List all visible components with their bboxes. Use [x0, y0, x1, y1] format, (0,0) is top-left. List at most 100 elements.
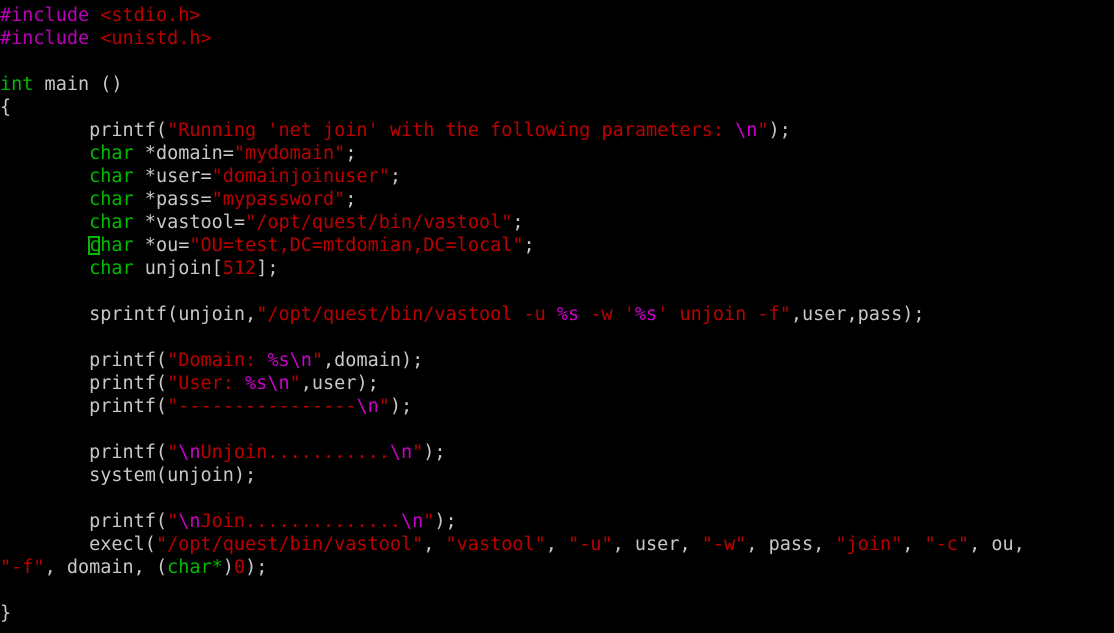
code-token: #include	[0, 5, 101, 26]
code-token: }	[0, 603, 12, 624]
code-editor-area[interactable]: #include <stdio.h> #include <unistd.h> in…	[0, 4, 1114, 625]
code-token: \n	[389, 442, 413, 463]
code-token: *ou=	[133, 235, 190, 256]
code-token: printf(	[0, 396, 168, 417]
code-token: %s	[634, 304, 658, 325]
code-token: int	[0, 74, 34, 95]
code-line[interactable]: {	[0, 96, 1114, 119]
code-token: )	[222, 557, 234, 578]
code-token: "/opt/quest/bin/vastool"	[245, 212, 513, 233]
code-token: {	[0, 97, 12, 118]
code-line[interactable]: printf("User: %s\n",user);	[0, 372, 1114, 395]
code-token: char	[89, 212, 134, 233]
code-token: "	[167, 511, 179, 532]
code-line[interactable]: char *pass="mypassword";	[0, 188, 1114, 211]
code-token: har	[100, 235, 134, 256]
code-line[interactable]	[0, 418, 1114, 441]
code-line[interactable]: #include <stdio.h>	[0, 4, 1114, 27]
code-token: \n	[735, 120, 758, 141]
code-line[interactable]	[0, 579, 1114, 602]
code-token: ' unjoin -f"	[657, 304, 791, 325]
code-token: "	[412, 442, 424, 463]
code-token: printf(	[0, 373, 168, 394]
text-cursor: c	[88, 235, 101, 256]
code-token: ,user);	[300, 373, 379, 394]
code-token: "	[423, 511, 435, 532]
code-token: ,	[423, 534, 446, 555]
code-token: ,	[545, 534, 569, 555]
code-token: \n	[178, 442, 201, 463]
code-token: \n	[178, 511, 201, 532]
code-line[interactable]: "-f", domain, (char*)0);	[0, 556, 1114, 579]
code-token: *vastool=	[133, 212, 246, 233]
code-line[interactable]: printf("\nJoin..............\n");	[0, 510, 1114, 533]
code-token: "	[757, 120, 769, 141]
code-token: "/opt/quest/bin/vastool -u	[256, 304, 557, 325]
code-token: , pass,	[746, 534, 836, 555]
code-token: ,user,pass);	[790, 304, 925, 325]
code-token: printf(	[0, 120, 168, 141]
code-token: "	[378, 396, 390, 417]
code-token: printf(	[0, 442, 168, 463]
text-editor-window[interactable]: #include <stdio.h> #include <unistd.h> in…	[0, 0, 1114, 633]
code-line[interactable]: execl("/opt/quest/bin/vastool", "vastool…	[0, 533, 1114, 556]
code-line[interactable]: int main ()	[0, 73, 1114, 96]
code-token: Join..............	[200, 511, 401, 532]
code-line[interactable]: printf("\nUnjoin...........\n");	[0, 441, 1114, 464]
code-token: "mypassword"	[211, 189, 346, 210]
code-line[interactable]: char unjoin[512];	[0, 257, 1114, 280]
code-token: char	[89, 143, 134, 164]
code-line[interactable]: printf("----------------\n");	[0, 395, 1114, 418]
code-line[interactable]: printf("Domain: %s\n",domain);	[0, 349, 1114, 372]
code-line[interactable]: char *domain="mydomain";	[0, 142, 1114, 165]
code-token: );	[245, 557, 268, 578]
code-line[interactable]: sprintf(unjoin,"/opt/quest/bin/vastool -…	[0, 303, 1114, 326]
code-line[interactable]: char *ou="OU=test,DC=mtdomian,DC=local";	[0, 234, 1114, 257]
code-token: *domain=	[133, 143, 234, 164]
code-line[interactable]: #include <unistd.h>	[0, 27, 1114, 50]
code-token: char	[89, 258, 134, 279]
code-token: \n	[356, 396, 379, 417]
code-line[interactable]	[0, 326, 1114, 349]
code-token: %s	[556, 304, 580, 325]
code-token: main ()	[33, 74, 123, 95]
code-line[interactable]: char *user="domainjoinuser";	[0, 165, 1114, 188]
code-line[interactable]: printf("Running 'net join' with the foll…	[0, 119, 1114, 142]
code-token: *	[211, 557, 223, 578]
code-token: ;	[512, 212, 524, 233]
code-line[interactable]: }	[0, 602, 1114, 625]
code-token: ;	[345, 143, 357, 164]
code-token: system(unjoin);	[0, 465, 257, 486]
code-token: );	[434, 511, 457, 532]
code-token: \n	[400, 511, 424, 532]
code-token: "Running 'net join' with the following p…	[167, 120, 736, 141]
code-token: char	[167, 557, 212, 578]
code-token: *user=	[133, 166, 212, 187]
code-line[interactable]: char *vastool="/opt/quest/bin/vastool";	[0, 211, 1114, 234]
code-token: "-u"	[568, 534, 613, 555]
code-line[interactable]: system(unjoin);	[0, 464, 1114, 487]
code-token: "----------------	[167, 396, 357, 417]
code-token: #include	[0, 28, 101, 49]
code-token: printf(	[0, 511, 168, 532]
code-token: );	[389, 396, 413, 417]
code-token: ;	[389, 166, 401, 187]
code-token: ,domain);	[323, 350, 424, 371]
code-token: ,	[902, 534, 925, 555]
code-token: "	[311, 350, 324, 371]
code-token: execl(	[0, 534, 156, 555]
code-token: 0	[233, 557, 246, 578]
code-token: ];	[256, 258, 279, 279]
code-line[interactable]	[0, 487, 1114, 510]
code-line[interactable]	[0, 50, 1114, 73]
code-token: "domainjoinuser"	[211, 166, 390, 187]
code-token: ;	[345, 189, 357, 210]
code-line[interactable]	[0, 280, 1114, 303]
code-token: "Domain:	[167, 350, 268, 371]
